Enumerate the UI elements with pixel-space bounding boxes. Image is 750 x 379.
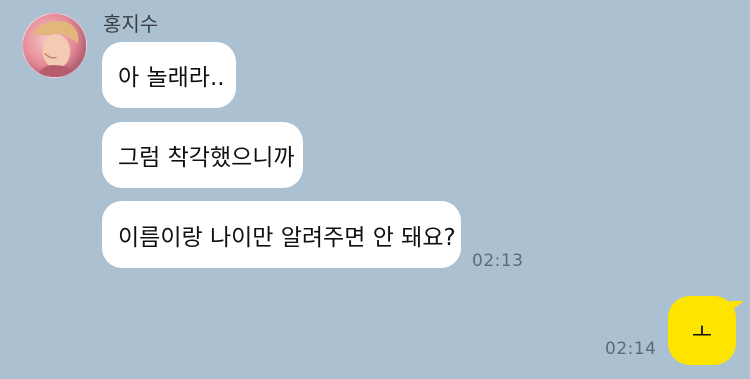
sent-message-bubble[interactable]: ㅗ <box>668 296 736 365</box>
message-text: 그럼 착각했으니까 <box>118 145 295 171</box>
message-bubble[interactable]: 이름이랑 나이만 알려주면 안 돼요? <box>102 201 461 268</box>
avatar[interactable] <box>22 13 87 78</box>
message-text: 이름이랑 나이만 알려주면 안 돼요? <box>118 224 456 251</box>
message-bubble[interactable]: 그럼 착각했으니까 <box>102 122 303 188</box>
message-timestamp: 02:14 <box>605 339 657 359</box>
message-bubble[interactable]: 아 놀래라.. <box>102 42 236 108</box>
message-timestamp: 02:13 <box>472 251 524 271</box>
sender-name: 홍지수 <box>103 12 159 36</box>
profile-photo-icon <box>23 14 86 77</box>
sent-message-text: ㅗ <box>691 320 713 346</box>
message-text: 아 놀래라.. <box>118 65 225 91</box>
